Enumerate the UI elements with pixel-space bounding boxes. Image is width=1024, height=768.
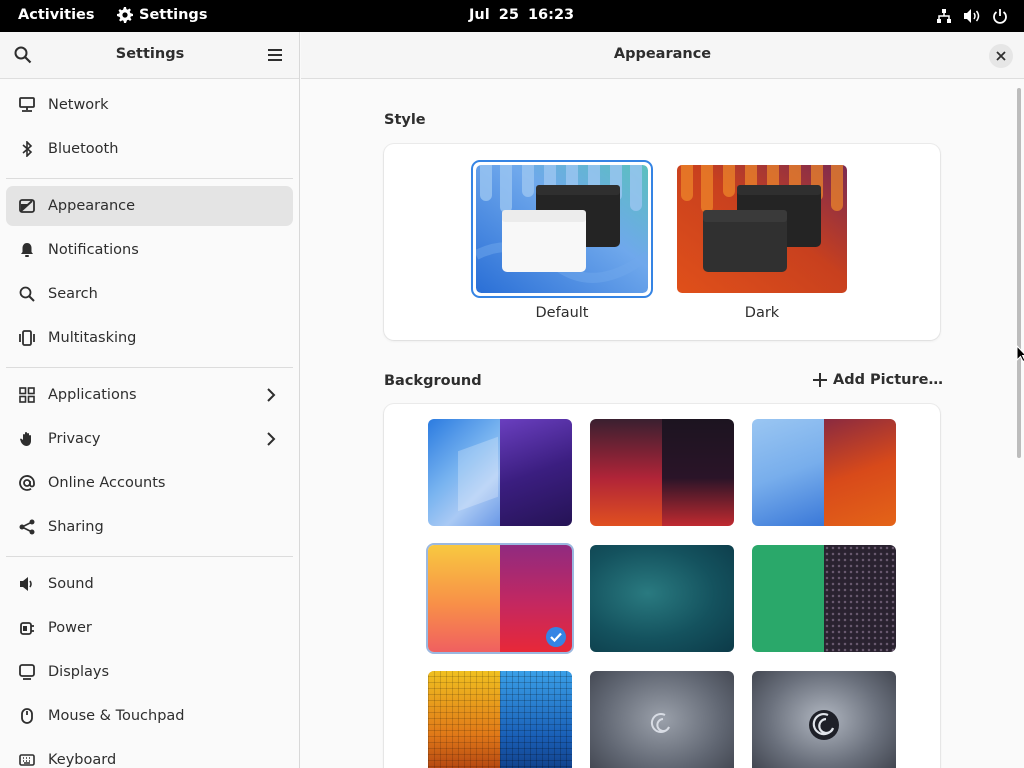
sidebar-item-privacy[interactable]: Privacy <box>6 419 293 459</box>
mouse-icon <box>19 708 35 724</box>
sidebar-item-label: Online Accounts <box>48 475 166 491</box>
mouse-cursor-icon <box>1016 345 1024 363</box>
style-option-default[interactable]: Default <box>471 160 653 330</box>
selected-check-icon <box>546 627 566 647</box>
chevron-right-icon <box>267 432 276 446</box>
debian-swirl-icon <box>809 710 839 740</box>
sidebar-item-online-accounts[interactable]: Online Accounts <box>6 463 293 503</box>
gear-icon <box>117 7 133 23</box>
sidebar-item-multitasking[interactable]: Multitasking <box>6 318 293 358</box>
sidebar-item-label: Multitasking <box>48 330 137 346</box>
bell-icon <box>19 242 35 258</box>
style-default-frame <box>471 160 653 298</box>
style-dark-preview <box>677 165 847 293</box>
hand-icon <box>19 431 35 447</box>
main-header: Appearance <box>301 32 1024 79</box>
sidebar-item-sharing[interactable]: Sharing <box>6 507 293 547</box>
background-thumbnail[interactable] <box>752 419 896 526</box>
sidebar-item-label: Keyboard <box>48 752 117 768</box>
app-menu[interactable]: Settings <box>117 7 207 23</box>
background-thumbnail[interactable] <box>428 671 572 768</box>
background-thumbnail[interactable] <box>752 671 896 768</box>
close-button[interactable] <box>989 44 1013 68</box>
sidebar-item-power[interactable]: Power <box>6 608 293 648</box>
system-tray[interactable] <box>936 8 1008 24</box>
add-picture-label: Add Picture… <box>833 372 943 388</box>
activities-button[interactable]: Activities <box>18 7 95 23</box>
add-picture-button[interactable]: Add Picture… <box>813 372 943 388</box>
chevron-right-icon <box>267 388 276 402</box>
sidebar-item-label: Bluetooth <box>48 141 119 157</box>
power-icon <box>993 9 1007 24</box>
sidebar-item-label: Sound <box>48 576 94 592</box>
applications-icon <box>19 387 35 403</box>
sidebar-item-mouse-touchpad[interactable]: Mouse & Touchpad <box>6 696 293 736</box>
sidebar-item-label: Applications <box>48 387 137 403</box>
plus-icon <box>813 373 827 387</box>
style-option-label: Default <box>535 305 589 321</box>
sidebar-item-search[interactable]: Search <box>6 274 293 314</box>
style-card: Default Dark <box>384 144 940 340</box>
sidebar-item-label: Privacy <box>48 431 101 447</box>
sidebar-title: Settings <box>115 46 185 62</box>
sidebar-item-applications[interactable]: Applications <box>6 375 293 415</box>
sidebar-divider <box>6 178 293 179</box>
volume-icon <box>964 9 980 23</box>
hamburger-icon <box>268 49 282 61</box>
sidebar-item-notifications[interactable]: Notifications <box>6 230 293 270</box>
sidebar-item-keyboard[interactable]: Keyboard <box>6 740 293 768</box>
main-menu-button[interactable] <box>267 47 283 66</box>
share-icon <box>19 519 35 535</box>
network-wired-icon <box>937 9 951 23</box>
search-icon <box>19 286 35 302</box>
multitasking-icon <box>19 330 35 346</box>
sidebar-item-label: Mouse & Touchpad <box>48 708 185 724</box>
background-card <box>384 404 940 768</box>
page-title: Appearance <box>613 46 712 62</box>
at-icon <box>19 475 35 491</box>
network-icon <box>19 97 35 113</box>
main-scrollbar[interactable] <box>1017 88 1021 458</box>
sidebar-divider <box>6 367 293 368</box>
display-icon <box>19 664 35 680</box>
style-default-preview <box>476 165 648 293</box>
sidebar-item-label: Displays <box>48 664 110 680</box>
background-thumbnail[interactable] <box>590 419 734 526</box>
sidebar-item-network[interactable]: Network <box>6 85 293 125</box>
sidebar-item-bluetooth[interactable]: Bluetooth <box>6 129 293 169</box>
speaker-icon <box>19 576 35 592</box>
app-name: Settings <box>139 7 208 23</box>
close-icon <box>996 51 1006 61</box>
appearance-icon <box>19 198 35 214</box>
sidebar-item-displays[interactable]: Displays <box>6 652 293 692</box>
sidebar-item-sound[interactable]: Sound <box>6 564 293 604</box>
background-thumbnail[interactable] <box>428 419 572 526</box>
sidebar-divider <box>6 556 293 557</box>
sidebar-item-label: Sharing <box>48 519 104 535</box>
sidebar-item-label: Power <box>48 620 92 636</box>
style-section-label: Style <box>384 112 426 128</box>
sidebar-header: Settings <box>0 32 299 79</box>
top-bar: Activities Settings Jul 25 16:23 <box>0 0 1024 32</box>
background-thumbnail[interactable] <box>590 545 734 652</box>
power-plug-icon <box>19 620 35 636</box>
background-thumbnail-selected[interactable] <box>428 545 572 652</box>
background-thumbnail[interactable] <box>590 671 734 768</box>
style-option-dark[interactable]: Dark <box>673 160 851 330</box>
debian-swirl-icon <box>650 713 670 734</box>
sidebar-item-label: Network <box>48 97 109 113</box>
bluetooth-icon <box>19 141 35 157</box>
sidebar-item-appearance[interactable]: Appearance <box>6 186 293 226</box>
sidebar: Settings Network Bluetooth Appearance No… <box>0 32 300 768</box>
sidebar-item-label: Appearance <box>48 198 136 214</box>
sidebar-item-label: Search <box>48 286 98 302</box>
clock[interactable]: Jul 25 16:23 <box>469 7 574 23</box>
background-section-label: Background <box>384 373 482 389</box>
background-thumbnail[interactable] <box>752 545 896 652</box>
main-panel: Appearance Style Default Dark Background… <box>301 32 1024 768</box>
style-option-label: Dark <box>744 305 780 321</box>
keyboard-icon <box>19 752 35 768</box>
sidebar-item-label: Notifications <box>48 242 139 258</box>
